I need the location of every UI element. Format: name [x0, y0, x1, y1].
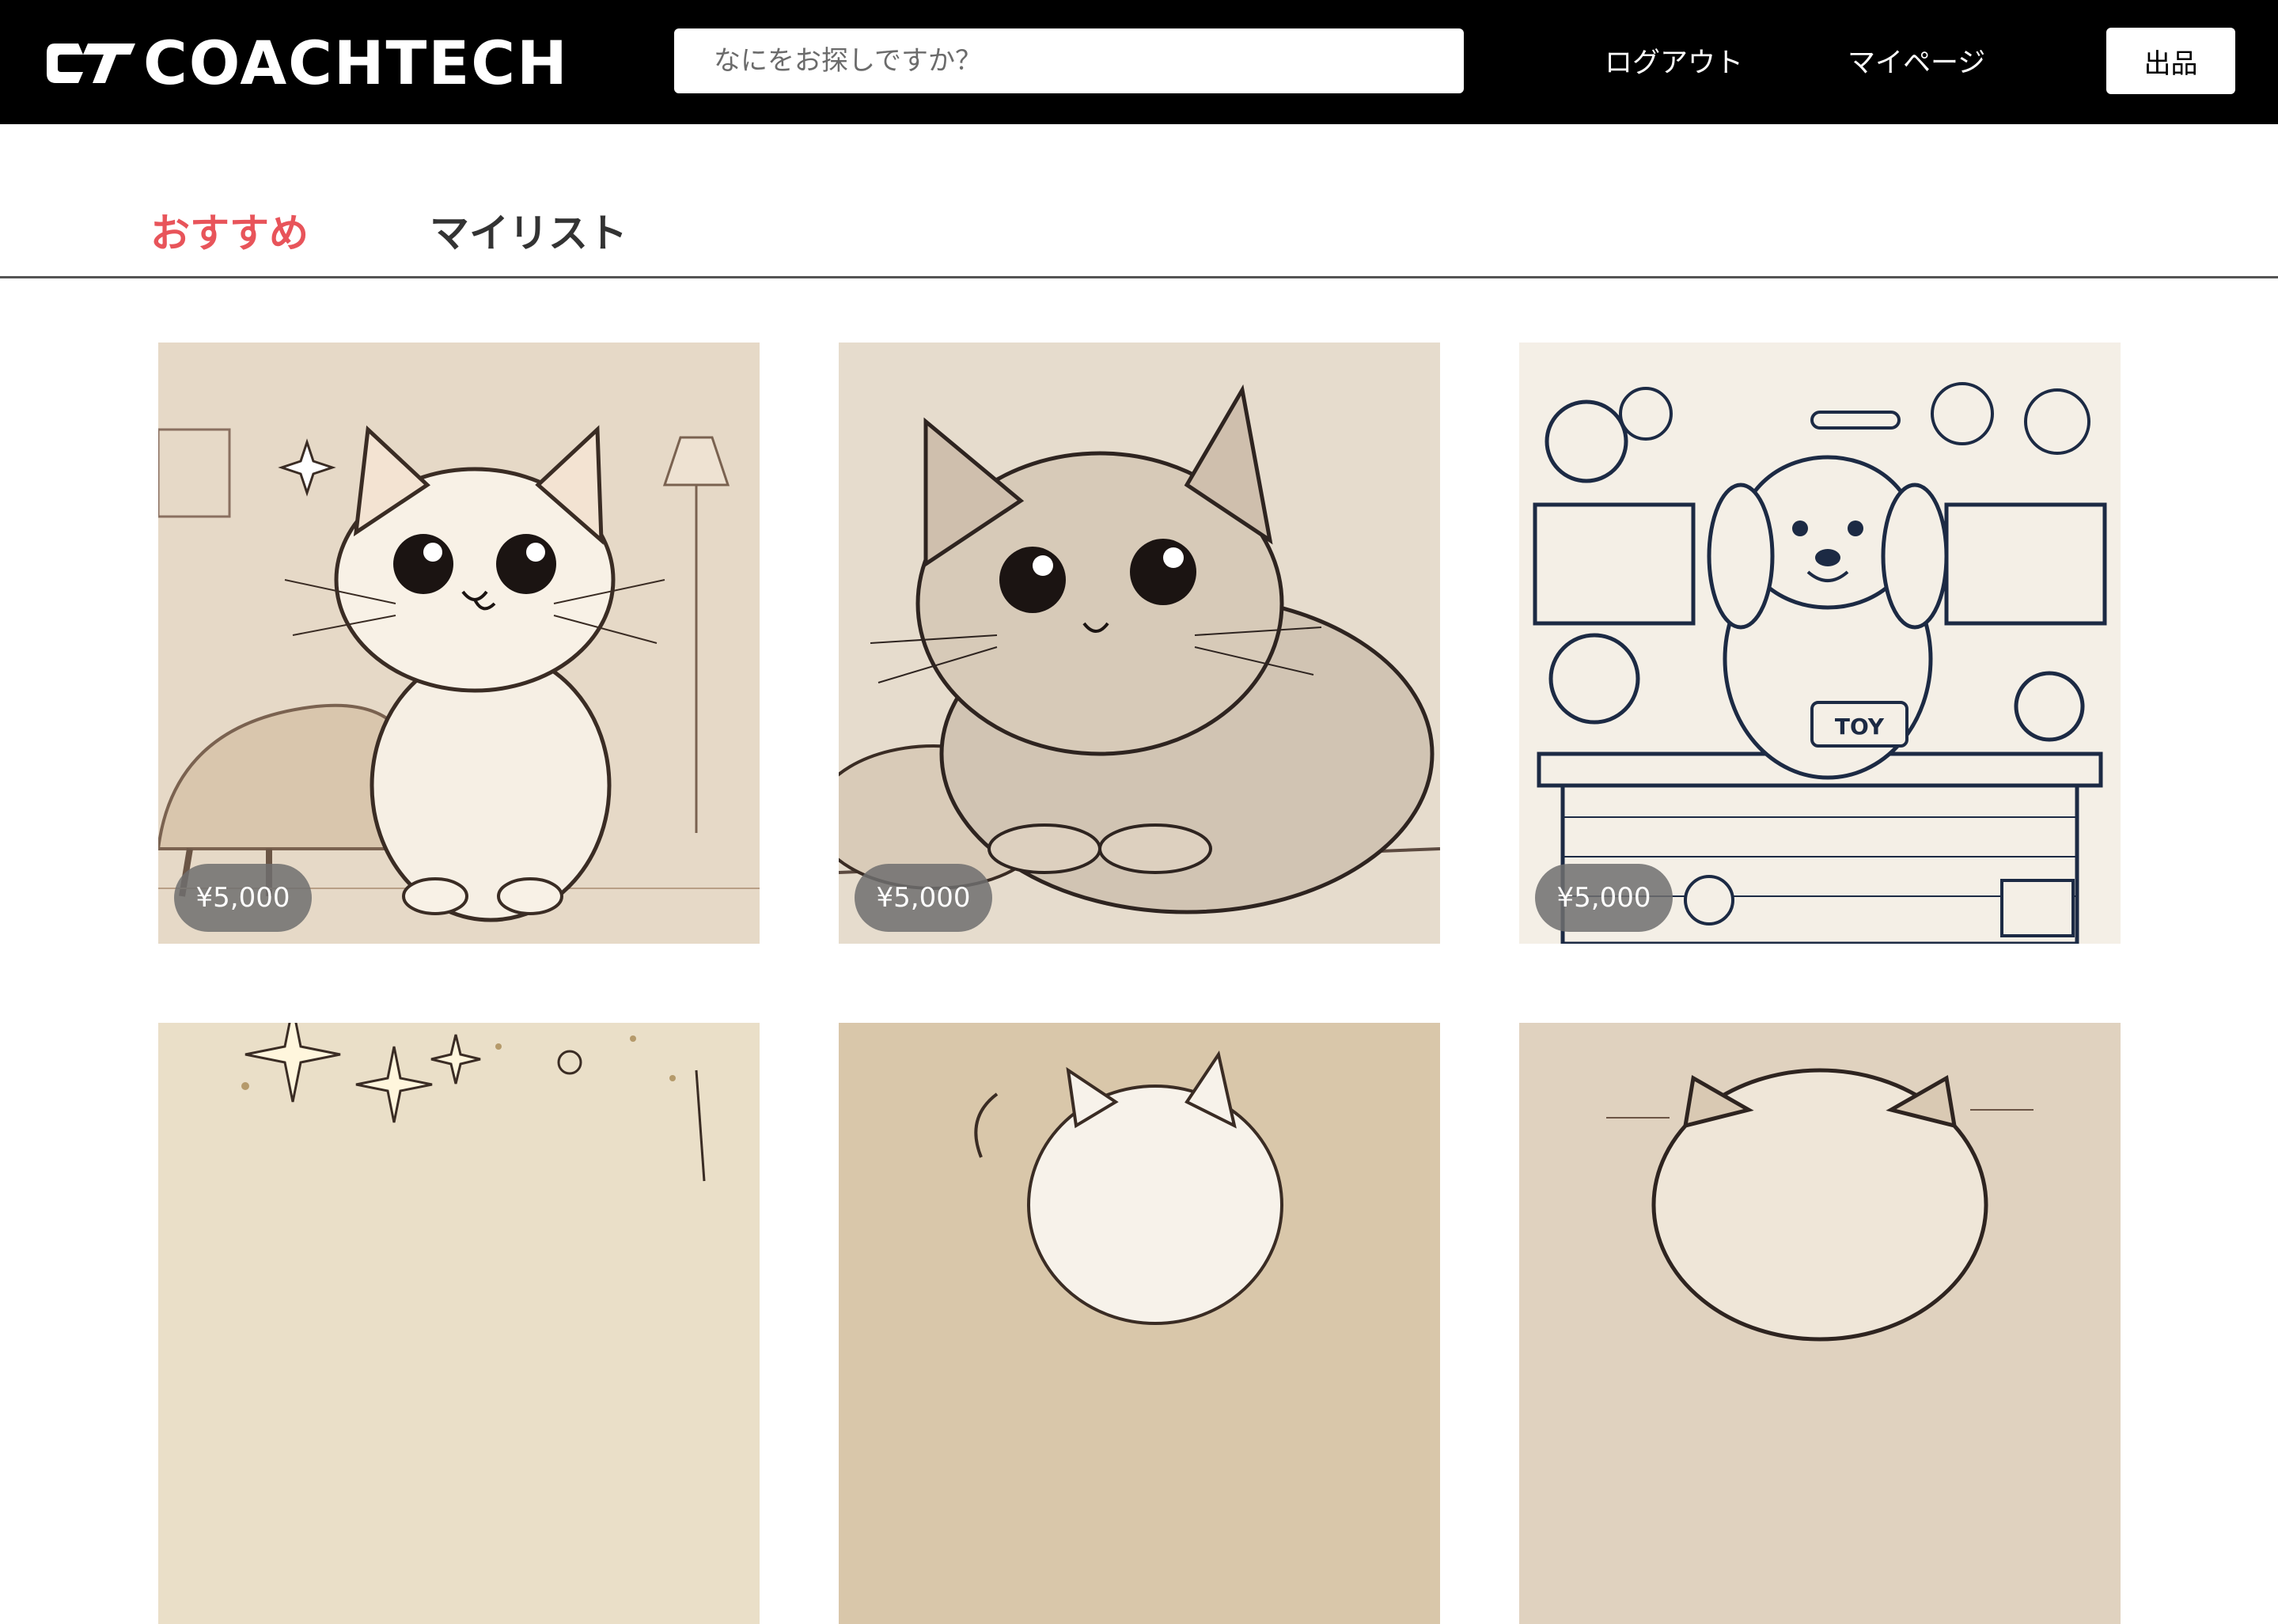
- product-image-sparkles: [158, 1023, 760, 1624]
- product-image-cat-sitting: [158, 343, 760, 944]
- product-image-cat-face: [1519, 1023, 2121, 1624]
- product-card[interactable]: TOY ¥5,000: [1519, 343, 2121, 944]
- svg-text:TOY: TOY: [1835, 714, 1885, 740]
- sell-button[interactable]: 出品: [2106, 28, 2235, 94]
- tab-recommend[interactable]: おすすめ: [150, 202, 309, 265]
- product-image-dog-toy-shop: TOY: [1519, 343, 2121, 944]
- search-input[interactable]: [674, 28, 1464, 93]
- price-badge: ¥5,000: [1535, 864, 1673, 932]
- product-card[interactable]: [158, 1023, 760, 1624]
- product-card[interactable]: [1519, 1023, 2121, 1624]
- tab-mylist[interactable]: マイリスト: [430, 202, 627, 265]
- product-card[interactable]: [839, 1023, 1440, 1624]
- logo-text: COACHTECH: [143, 28, 569, 98]
- coachtech-logo-mark-icon: [47, 44, 135, 83]
- price-badge: ¥5,000: [174, 864, 312, 932]
- product-card[interactable]: ¥5,000: [158, 343, 760, 944]
- mypage-link[interactable]: マイページ: [1848, 40, 1985, 87]
- product-card[interactable]: ¥5,000: [839, 343, 1440, 944]
- app-header: COACHTECH ログアウト マイページ 出品: [0, 0, 2278, 124]
- product-image-cat-lying: [839, 343, 1440, 944]
- product-image-white-kitten: [839, 1023, 1440, 1624]
- tab-divider: [0, 276, 2278, 278]
- coachtech-logo[interactable]: COACHTECH: [44, 32, 569, 95]
- logout-link[interactable]: ログアウト: [1605, 40, 1743, 87]
- price-badge: ¥5,000: [855, 864, 992, 932]
